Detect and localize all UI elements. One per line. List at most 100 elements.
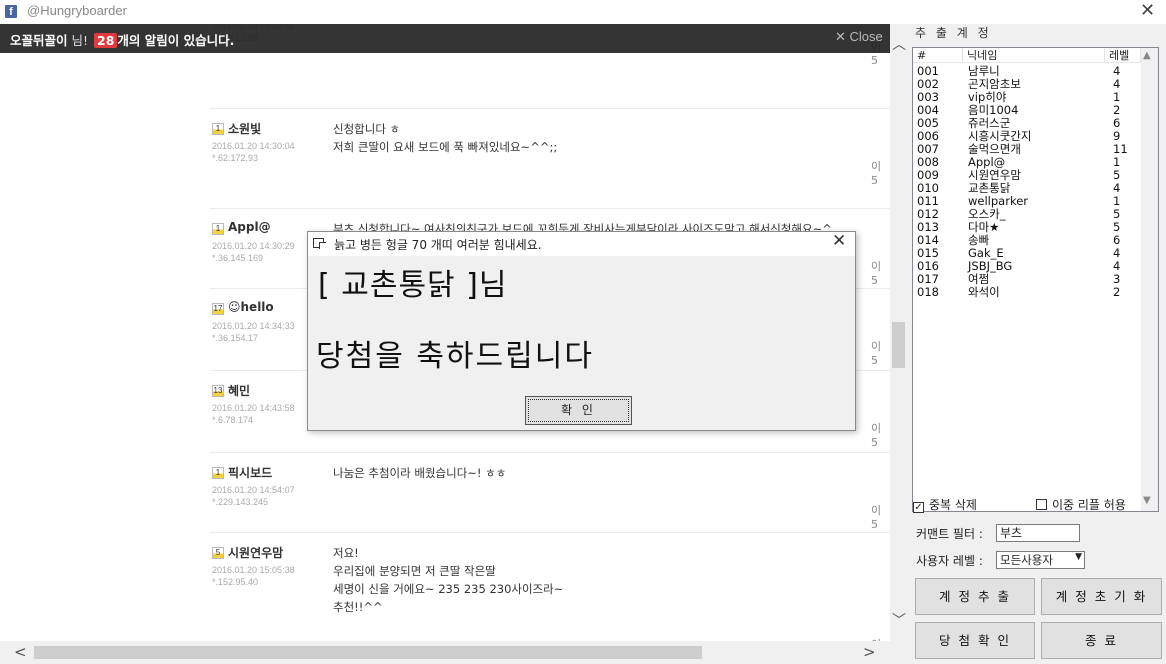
notification-text: 오꼴뒤꼴이 님! 28 개의 알림이 있습니다.: [10, 30, 234, 49]
comment-text: 신청합니다 ㅎ: [333, 122, 401, 136]
row-nick: 와석이: [968, 285, 1000, 299]
table-row[interactable]: 009 시원연우맘 5: [913, 169, 1141, 182]
table-row[interactable]: 007 술먹으면개 11: [913, 143, 1141, 156]
divider: [210, 452, 890, 453]
list-scroll-up-icon[interactable]: ▲: [1143, 50, 1151, 61]
window-icon: [313, 238, 326, 249]
comment-ip: *.62.172.93: [212, 153, 259, 163]
scroll-down-icon[interactable]: ﹀: [892, 610, 906, 630]
double-reply-checkbox[interactable]: 이중 리플 허용: [1036, 496, 1126, 513]
congratulations-text: 당첨을 축하드립니다: [316, 339, 594, 374]
list-scroll-down-icon[interactable]: ▼: [1143, 495, 1151, 506]
winner-name-text: [ 교촌통닭 ]님: [318, 268, 508, 303]
comment-ip: *.229.143.245: [212, 497, 269, 507]
double-reply-label: 이중 리플 허용: [1052, 498, 1126, 512]
table-row[interactable]: 012 오스카_ 5: [913, 208, 1141, 221]
notification-suffix: 개의 알림이 있습니다.: [117, 33, 235, 48]
table-row[interactable]: 004 음미1004 2: [913, 104, 1141, 117]
list-scrollbar[interactable]: ▲ ▼: [1141, 48, 1158, 511]
divider: [210, 208, 890, 209]
comment-nickname[interactable]: ☺hello: [228, 300, 274, 314]
col-header-num[interactable]: #: [913, 48, 963, 63]
comment-ip: *.36.145.169: [212, 253, 264, 263]
user-level-select[interactable]: 모든사용자 ▼: [996, 551, 1085, 569]
comment-meta[interactable]: 이 5: [871, 338, 890, 367]
winner-dialog: 늙고 병든 헝글 70 개띠 여러분 힘내세요. ✕ [ 교촌통닭 ]님 당첨을…: [307, 231, 856, 431]
comment-date: 2016.01.20 14:43:58: [212, 403, 295, 413]
list-header: # 닉네임 레벨: [913, 48, 1141, 63]
comment-ip: *.6.78.174: [212, 415, 254, 425]
horizontal-scroll-thumb[interactable]: [34, 646, 702, 659]
level-badge-icon: 13: [212, 385, 224, 397]
table-row[interactable]: 018 와석이 2: [913, 286, 1141, 299]
col-header-nick[interactable]: 닉네임: [963, 48, 1105, 63]
comment-text: 세명이 신을 거에요~ 235 235 230사이즈라~: [333, 582, 564, 596]
divider: [210, 532, 890, 533]
reset-accounts-button[interactable]: 계 정 초 기 화: [1041, 578, 1162, 615]
row-num: 018: [917, 285, 939, 299]
dropdown-arrow-icon[interactable]: ▼: [1075, 552, 1082, 562]
scroll-right-icon[interactable]: >: [863, 643, 876, 661]
window-title: @Hungryboarder: [27, 3, 127, 18]
comment-nickname[interactable]: 픽시보드: [228, 464, 272, 481]
level-badge-icon: 1: [212, 467, 224, 479]
comment-meta[interactable]: 이 5: [871, 420, 890, 449]
comment-text: 저요!: [333, 546, 359, 560]
dialog-close-icon[interactable]: ✕: [832, 231, 846, 251]
comment-nickname[interactable]: 소원빛: [228, 120, 261, 137]
notification-close-button[interactable]: ✕ Close: [835, 29, 883, 45]
comment-nickname[interactable]: 시원연우맘: [228, 544, 283, 561]
feed-vertical-scrollbar[interactable]: ︿ ﹀: [890, 24, 907, 641]
comment-filter-input[interactable]: 부츠: [996, 524, 1080, 542]
dedupe-checkbox[interactable]: ✓ 중복 삭제: [913, 496, 977, 513]
comment-ip: *.36.154.17: [212, 333, 259, 343]
table-row[interactable]: 016 JSBJ_BG 4: [913, 260, 1141, 273]
table-row[interactable]: 011 wellparker 1: [913, 195, 1141, 208]
window-titlebar: f @Hungryboarder ✕: [0, 0, 1166, 24]
comment-meta[interactable]: 이 5: [871, 502, 890, 531]
table-row[interactable]: 001 남루니 4: [913, 65, 1141, 78]
comment-text: 나눔은 추첨이라 배웠습니다~! ㅎㅎ: [333, 466, 507, 480]
scroll-up-icon[interactable]: ︿: [892, 34, 906, 54]
list-rows: 001 남루니 4 002 곤지암초보 4 003 vip히야 1 004 음미1004 2 005 쥬러…: [913, 65, 1141, 299]
level-badge-icon: 1: [212, 123, 224, 135]
dialog-titlebar: 늙고 병든 헝글 70 개띠 여러분 힘내세요. ✕: [308, 231, 855, 256]
notification-user: 오꼴뒤꼴이: [10, 33, 68, 48]
comment-date: 2016.01.20 14:30:29: [212, 241, 295, 251]
comment-nickname[interactable]: 혜민: [228, 382, 250, 399]
level-badge-icon: 17: [212, 303, 224, 315]
row-level: 2: [1113, 285, 1121, 299]
account-list[interactable]: # 닉네임 레벨 001 남루니 4 002 곤지암초보 4 003 vip히야 1 004 음미1…: [912, 47, 1159, 512]
comment-nickname[interactable]: Appl@: [228, 220, 271, 234]
confirm-winner-button[interactable]: 당 첨 확 인: [915, 622, 1035, 659]
table-row[interactable]: 014 송빠 6: [913, 234, 1141, 247]
table-row[interactable]: 008 Appl@ 1: [913, 156, 1141, 169]
comment-date: 2016.01.20 14:54:07: [212, 485, 295, 495]
level-badge-icon: 5: [212, 547, 224, 559]
dialog-ok-button[interactable]: 확 인: [525, 396, 632, 425]
exit-button[interactable]: 종 료: [1041, 622, 1162, 659]
comment-meta[interactable]: 이 5: [871, 158, 890, 187]
comment-date: 2016.01.20 15:05:38: [212, 565, 295, 575]
feed-horizontal-scrollbar[interactable]: < >: [0, 641, 890, 664]
comment-ip: *.152.95.40: [212, 577, 259, 587]
notification-count-badge[interactable]: 28: [94, 33, 118, 48]
checkbox-checked-icon[interactable]: ✓: [913, 502, 924, 513]
panel-title: 추 출 계 정: [915, 26, 992, 40]
comment-text: 추천!!^^: [333, 600, 383, 614]
table-row[interactable]: 002 곤지암초보 4: [913, 78, 1141, 91]
facebook-icon: f: [5, 5, 17, 18]
table-row[interactable]: 015 Gak_E 4: [913, 247, 1141, 260]
col-header-level[interactable]: 레벨: [1105, 48, 1141, 63]
table-row[interactable]: 013 다마★ 5: [913, 221, 1141, 234]
scroll-left-icon[interactable]: <: [14, 643, 27, 661]
notification-honorific: 님!: [67, 33, 89, 48]
checkbox-empty-icon[interactable]: [1036, 499, 1047, 510]
extract-accounts-button[interactable]: 계 정 추 출: [915, 578, 1035, 615]
comment-meta[interactable]: 이 5: [871, 258, 890, 287]
table-row[interactable]: 017 여쩜 3: [913, 273, 1141, 286]
vertical-scroll-thumb[interactable]: [892, 322, 905, 368]
table-row[interactable]: 003 vip히야 1: [913, 91, 1141, 104]
window-close-icon[interactable]: ✕: [1140, 0, 1155, 21]
table-row[interactable]: 006 시흥시쿳간지 9: [913, 130, 1141, 143]
